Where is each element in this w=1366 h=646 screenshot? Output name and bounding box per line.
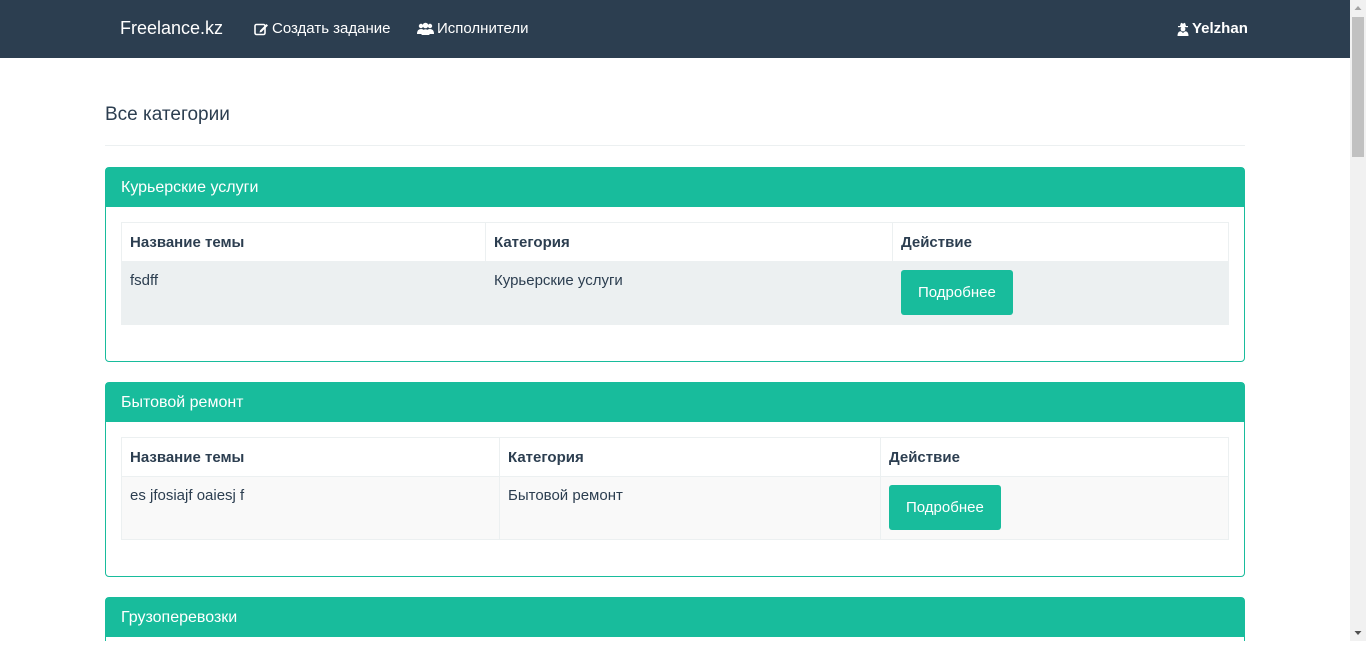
nav-user-menu[interactable]: Yelzhan xyxy=(1177,19,1248,39)
scrollbar-thumb[interactable] xyxy=(1352,17,1364,157)
column-header-action: Действие xyxy=(892,222,1229,262)
scroll-up-arrow-icon[interactable] xyxy=(1350,0,1366,16)
panel-heading: Курьерские услуги xyxy=(106,168,1244,207)
table-row: fsdff Курьерские услуги Подробнее xyxy=(121,261,1229,325)
panel-heading: Бытовой ремонт xyxy=(106,383,1244,422)
nav-create-task[interactable]: Создать задание xyxy=(254,19,391,39)
user-secret-icon xyxy=(1177,22,1189,36)
column-header-topic: Название темы xyxy=(121,222,486,262)
table-header-row: Название темы Категория Действие xyxy=(121,437,1229,477)
panel-body: Название темы Категория Действие fsdff К… xyxy=(106,207,1244,361)
cell-topic: es jfosiajf oaiesj f xyxy=(121,476,500,540)
edit-icon xyxy=(254,22,269,36)
cell-action: Подробнее xyxy=(892,261,1229,325)
page: Freelance.kz Создать задание Исполнители… xyxy=(0,0,1350,641)
nav-performers[interactable]: Исполнители xyxy=(417,19,529,39)
vertical-scrollbar[interactable] xyxy=(1350,0,1366,641)
nav-create-task-label: Создать задание xyxy=(272,20,391,37)
topics-table: Название темы Категория Действие es jfos… xyxy=(121,437,1229,540)
cell-topic: fsdff xyxy=(121,261,486,325)
navbar: Freelance.kz Создать задание Исполнители… xyxy=(0,0,1350,58)
column-header-category: Категория xyxy=(485,222,893,262)
table-header-row: Название темы Категория Действие xyxy=(121,222,1229,262)
users-icon xyxy=(417,22,434,36)
page-title: Все категории xyxy=(105,104,230,125)
column-header-action: Действие xyxy=(880,437,1229,477)
nav-user-label: Yelzhan xyxy=(1192,20,1248,37)
column-header-category: Категория xyxy=(499,437,881,477)
nav-performers-label: Исполнители xyxy=(437,20,529,37)
cell-action: Подробнее xyxy=(880,476,1229,540)
title-divider xyxy=(105,145,1245,146)
brand-link[interactable]: Freelance.kz xyxy=(120,17,223,39)
column-header-topic: Название темы xyxy=(121,437,500,477)
cell-category: Бытовой ремонт xyxy=(499,476,881,540)
category-panel-cargo: Грузоперевозки xyxy=(105,597,1245,641)
category-panel-repair: Бытовой ремонт Название темы Категория Д… xyxy=(105,382,1245,577)
panel-body: Название темы Категория Действие es jfos… xyxy=(106,422,1244,576)
details-button[interactable]: Подробнее xyxy=(901,270,1013,315)
table-row: es jfosiajf oaiesj f Бытовой ремонт Подр… xyxy=(121,476,1229,540)
category-panel-courier: Курьерские услуги Название темы Категори… xyxy=(105,167,1245,362)
panel-heading: Грузоперевозки xyxy=(106,598,1244,637)
scroll-down-arrow-icon[interactable] xyxy=(1350,625,1366,641)
topics-table: Название темы Категория Действие fsdff К… xyxy=(121,222,1229,325)
cell-category: Курьерские услуги xyxy=(485,261,893,325)
details-button[interactable]: Подробнее xyxy=(889,485,1001,530)
